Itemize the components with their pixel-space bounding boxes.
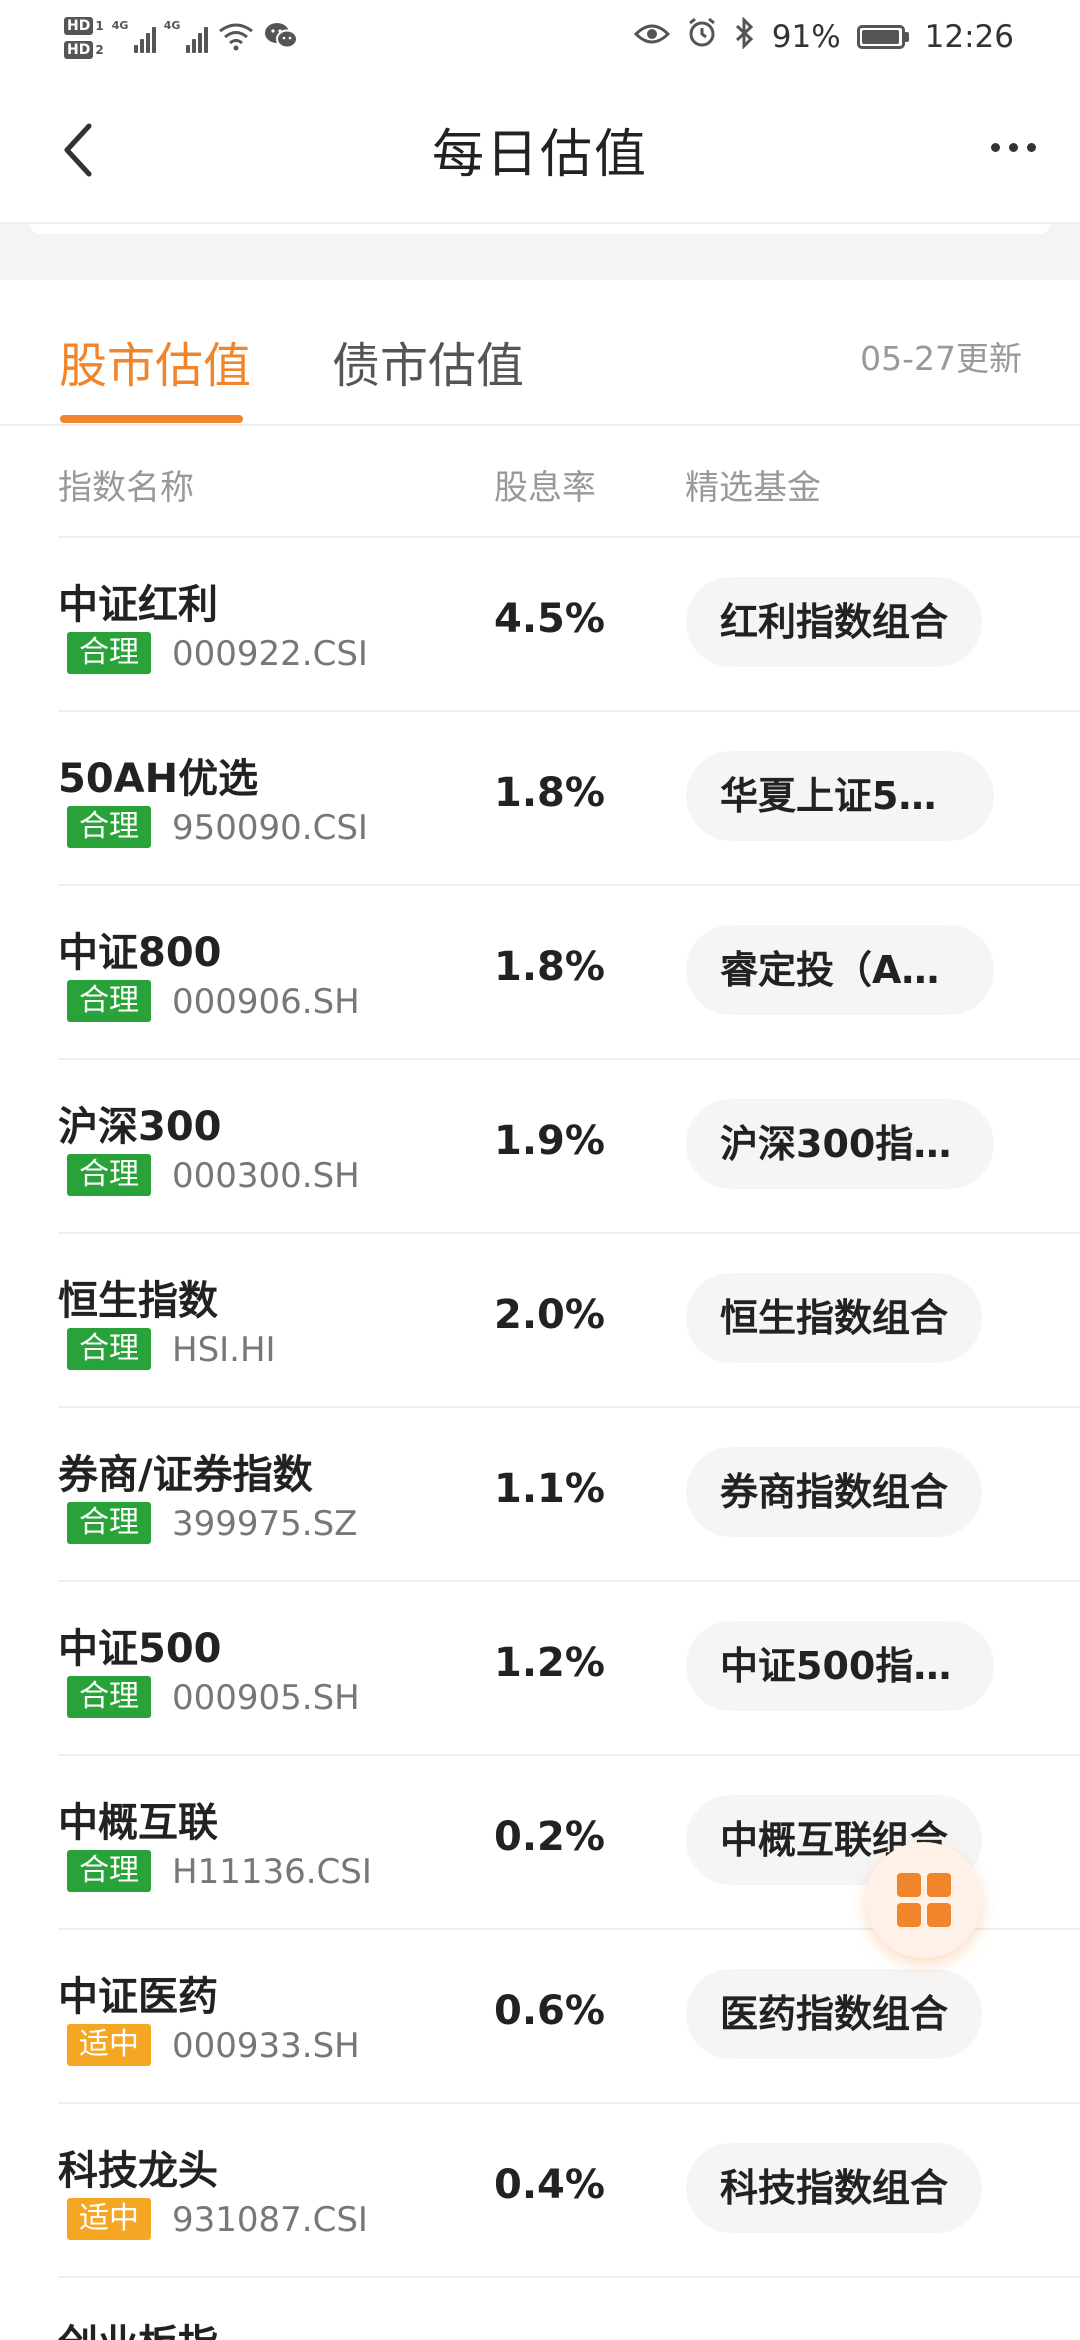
index-name: 中证红利 xyxy=(58,582,218,628)
fund-button[interactable]: 红利指数组合 xyxy=(686,577,983,667)
dividend-rate: 1.8% xyxy=(494,770,605,816)
index-name: 中证800 xyxy=(58,930,222,976)
index-code: 000933.SH xyxy=(172,2026,360,2066)
status-badge: 适中 xyxy=(67,2198,151,2240)
index-name: 恒生指数 xyxy=(58,1278,218,1324)
fund-button[interactable]: 华夏上证50A… xyxy=(686,751,994,841)
dividend-rate: 0.6% xyxy=(494,1988,605,2034)
status-badge: 合理 xyxy=(67,632,151,674)
status-right: 91% 12:26 xyxy=(633,12,1014,62)
status-left: HD 1 HD 2 4G 4G xyxy=(64,8,298,68)
hd-1-icon: HD 1 xyxy=(64,17,104,35)
status-badge: 合理 xyxy=(67,1850,151,1892)
grid-apps-icon xyxy=(897,1873,951,1927)
wechat-icon xyxy=(264,21,298,55)
index-name: 中证500 xyxy=(58,1626,222,1672)
eye-icon xyxy=(633,19,670,55)
status-badge: 合理 xyxy=(67,806,151,848)
index-name: 科技龙头 xyxy=(58,2148,218,2194)
index-name: 沪深300 xyxy=(58,1104,222,1150)
column-header-name: 指数名称 xyxy=(58,468,194,508)
table-row[interactable]: 创业板指 xyxy=(0,2278,1080,2340)
index-code: 000905.SH xyxy=(172,1678,360,1718)
dividend-rate: 1.8% xyxy=(494,944,605,990)
index-code: 950090.CSI xyxy=(172,808,368,848)
column-header-rate: 股息率 xyxy=(494,468,596,508)
tab-stock-valuation[interactable]: 股市估值 xyxy=(59,326,251,396)
tab-active-indicator xyxy=(60,415,243,423)
dividend-rate: 0.4% xyxy=(494,2162,605,2208)
fund-button[interactable]: 中证500指数… xyxy=(686,1621,994,1711)
index-name: 中概互联 xyxy=(58,1800,218,1846)
index-code: 931087.CSI xyxy=(172,2200,368,2240)
fund-button[interactable]: 睿定投（A股… xyxy=(686,925,994,1015)
index-code: 000300.SH xyxy=(172,1156,360,1196)
table-row[interactable]: 沪深300 合理 000300.SH 1.9% 沪深300指数… xyxy=(0,1060,1080,1234)
index-name: 创业板指 xyxy=(58,2312,218,2340)
dividend-rate: 1.2% xyxy=(494,1640,605,1686)
fund-button[interactable]: 医药指数组合 xyxy=(686,1969,983,2059)
table-row[interactable]: 科技龙头 适中 931087.CSI 0.4% 科技指数组合 xyxy=(0,2104,1080,2278)
index-code: 000906.SH xyxy=(172,982,360,1022)
nav-bar: 每日估值 xyxy=(0,72,1080,224)
signal-1-icon: 4G xyxy=(112,19,156,53)
table-row[interactable]: 中证红利 合理 000922.CSI 4.5% 红利指数组合 xyxy=(0,538,1080,712)
index-name: 中证医药 xyxy=(58,1974,218,2020)
bluetooth-icon xyxy=(734,16,756,57)
fund-button[interactable]: 科技指数组合 xyxy=(686,2143,983,2233)
table-header: 指数名称 股息率 精选基金 xyxy=(0,426,1080,538)
status-badge: 适中 xyxy=(67,2024,151,2066)
index-code: HSI.HI xyxy=(172,1330,276,1370)
table-row[interactable]: 恒生指数 合理 HSI.HI 2.0% 恒生指数组合 xyxy=(0,1234,1080,1408)
table-row[interactable]: 中证800 合理 000906.SH 1.8% 睿定投（A股… xyxy=(0,886,1080,1060)
update-date: 05-27更新 xyxy=(860,339,1022,378)
page: HD 1 HD 2 4G 4G 91% 12:26 每日估值 股市估值 债市估值… xyxy=(0,0,1080,2340)
dividend-rate: 0.2% xyxy=(494,1814,605,1860)
table-row[interactable]: 50AH优选 合理 950090.CSI 1.8% 华夏上证50A… xyxy=(0,712,1080,886)
signal-2-icon: 4G xyxy=(164,19,208,53)
dividend-rate: 4.5% xyxy=(494,596,605,642)
fund-button[interactable]: 恒生指数组合 xyxy=(686,1273,983,1363)
index-code: 000922.CSI xyxy=(172,634,368,674)
status-badge: 合理 xyxy=(67,980,151,1022)
status-badge: 合理 xyxy=(67,1328,151,1370)
dividend-rate: 1.9% xyxy=(494,1118,605,1164)
floating-menu-button[interactable] xyxy=(866,1842,982,1958)
clock: 12:26 xyxy=(924,19,1014,55)
hd-indicators: HD 1 HD 2 xyxy=(64,17,104,59)
more-dots-icon xyxy=(990,142,1000,152)
tab-bar: 股市估值 债市估值 05-27更新 xyxy=(0,280,1080,426)
battery-percent: 91% xyxy=(771,19,841,55)
index-list: 中证红利 合理 000922.CSI 4.5% 红利指数组合 50AH优选 合理… xyxy=(0,538,1080,2340)
alarm-icon xyxy=(686,17,718,57)
fund-button[interactable]: 券商指数组合 xyxy=(686,1447,983,1537)
more-button[interactable] xyxy=(978,122,1048,172)
status-badge: 合理 xyxy=(67,1154,151,1196)
tab-bond-valuation[interactable]: 债市估值 xyxy=(332,326,524,396)
battery-icon xyxy=(856,25,909,49)
page-title: 每日估值 xyxy=(431,125,648,185)
status-bar: HD 1 HD 2 4G 4G 91% 12:26 xyxy=(0,0,1080,72)
status-badge: 合理 xyxy=(67,1676,151,1718)
table-row[interactable]: 中证500 合理 000905.SH 1.2% 中证500指数… xyxy=(0,1582,1080,1756)
table-row[interactable]: 券商/证券指数 合理 399975.SZ 1.1% 券商指数组合 xyxy=(0,1408,1080,1582)
wifi-icon xyxy=(218,21,254,55)
index-code: 399975.SZ xyxy=(172,1504,358,1544)
section-divider xyxy=(0,224,1080,280)
index-name: 券商/证券指数 xyxy=(58,1452,313,1498)
column-header-fund: 精选基金 xyxy=(685,468,821,508)
index-code: H11136.CSI xyxy=(172,1852,372,1892)
fund-button[interactable]: 沪深300指数… xyxy=(686,1099,994,1189)
dividend-rate: 2.0% xyxy=(494,1292,605,1338)
hd-2-icon: HD 2 xyxy=(64,41,104,59)
index-name: 50AH优选 xyxy=(58,756,259,802)
status-badge: 合理 xyxy=(67,1502,151,1544)
dividend-rate: 1.1% xyxy=(494,1466,605,1512)
